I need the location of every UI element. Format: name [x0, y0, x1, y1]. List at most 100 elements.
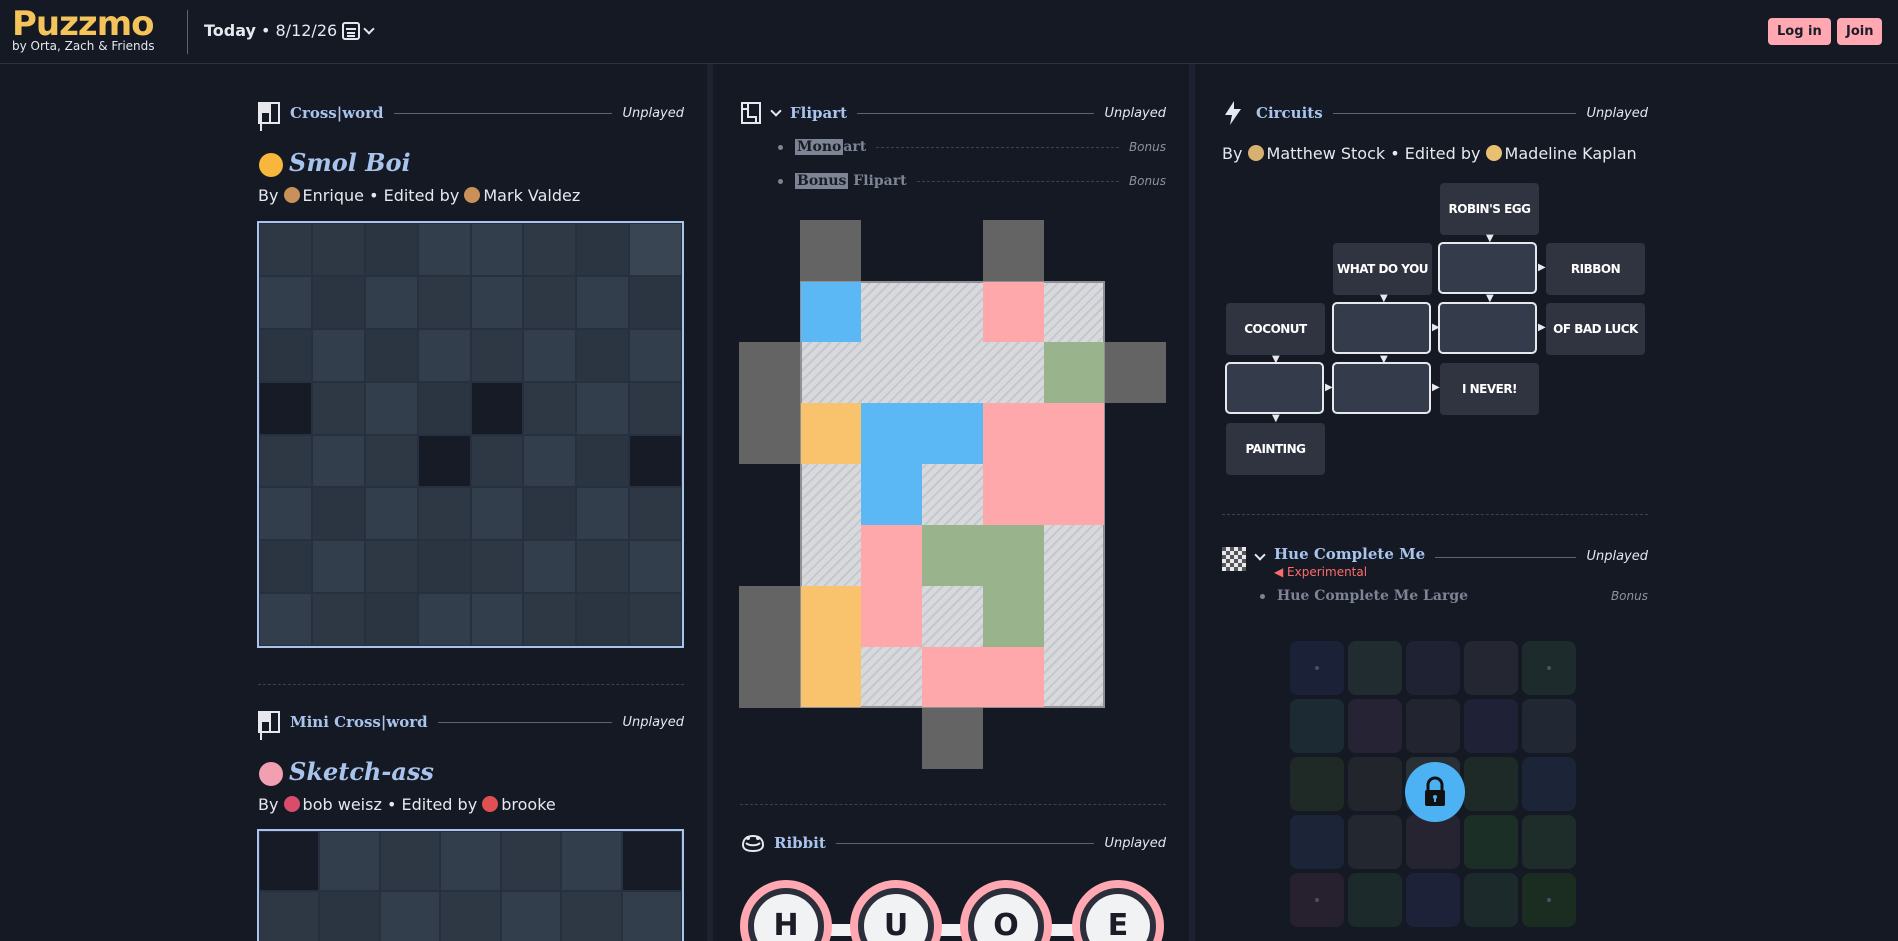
- hue-tile[interactable]: [1522, 873, 1576, 927]
- grid-cell[interactable]: [576, 328, 630, 382]
- hue-tile[interactable]: [1348, 699, 1402, 753]
- flip-tile[interactable]: [1044, 342, 1104, 403]
- hue-tile[interactable]: [1348, 757, 1402, 811]
- mini-grid[interactable]: [257, 829, 684, 941]
- flip-tile[interactable]: [922, 525, 1044, 586]
- login-button[interactable]: Log in: [1768, 18, 1831, 45]
- hue-tile[interactable]: [1464, 873, 1518, 927]
- grid-cell[interactable]: [470, 434, 524, 488]
- flip-piece[interactable]: [1105, 342, 1166, 403]
- circuits-header[interactable]: Circuits Unplayed: [1222, 101, 1648, 125]
- grid-cell[interactable]: [629, 434, 682, 488]
- hue-tile[interactable]: [1290, 757, 1344, 811]
- grid-cell[interactable]: [259, 275, 312, 329]
- join-button[interactable]: Join: [1837, 18, 1883, 45]
- grid-cell[interactable]: [259, 540, 312, 594]
- grid-cell[interactable]: [319, 891, 380, 941]
- ribbit-letter-node[interactable]: E: [1072, 880, 1164, 941]
- grid-cell[interactable]: [629, 487, 682, 541]
- grid-cell[interactable]: [576, 487, 630, 541]
- ribbit-letter-node[interactable]: U: [850, 880, 942, 941]
- grid-cell[interactable]: [311, 328, 365, 382]
- grid-cell[interactable]: [259, 381, 312, 435]
- grid-cell[interactable]: [319, 831, 380, 891]
- grid-cell[interactable]: [629, 275, 682, 329]
- grid-cell[interactable]: [259, 891, 320, 941]
- grid-cell[interactable]: [311, 540, 365, 594]
- crossword-puzzle-title[interactable]: Smol Boi: [259, 148, 411, 177]
- flip-piece[interactable]: [922, 708, 983, 769]
- grid-cell[interactable]: [259, 223, 312, 276]
- hue-tile[interactable]: [1464, 699, 1518, 753]
- circuit-answer-slot[interactable]: [1332, 362, 1431, 414]
- grid-cell[interactable]: [379, 831, 441, 891]
- grid-cell[interactable]: [417, 593, 471, 646]
- grid-cell[interactable]: [523, 540, 577, 594]
- ribbit-letter-node[interactable]: H: [740, 880, 832, 941]
- flip-tile[interactable]: [983, 586, 1044, 647]
- grid-cell[interactable]: [259, 831, 320, 891]
- grid-cell[interactable]: [629, 328, 682, 382]
- hue-tile[interactable]: [1348, 641, 1402, 695]
- grid-cell[interactable]: [523, 223, 577, 276]
- flip-piece[interactable]: [800, 220, 861, 281]
- grid-cell[interactable]: [364, 381, 418, 435]
- puzzmo-logo[interactable]: Puzzmo: [12, 4, 154, 44]
- chevron-down-icon[interactable]: [770, 105, 782, 117]
- grid-cell[interactable]: [440, 831, 501, 891]
- author-name[interactable]: Enrique: [303, 186, 364, 205]
- grid-cell[interactable]: [500, 891, 562, 941]
- grid-cell[interactable]: [417, 434, 471, 488]
- grid-cell[interactable]: [364, 275, 418, 329]
- flipart-header[interactable]: Flipart Unplayed: [740, 101, 1166, 125]
- grid-cell[interactable]: [561, 831, 622, 891]
- grid-cell[interactable]: [364, 223, 418, 276]
- flip-tile[interactable]: [983, 282, 1044, 342]
- flip-piece[interactable]: [739, 586, 800, 708]
- flip-tile[interactable]: [801, 586, 861, 707]
- grid-cell[interactable]: [311, 434, 365, 488]
- grid-cell[interactable]: [561, 891, 622, 941]
- author-name[interactable]: Matthew Stock: [1267, 144, 1386, 163]
- grid-cell[interactable]: [523, 381, 577, 435]
- grid-cell[interactable]: [470, 381, 524, 435]
- grid-cell[interactable]: [417, 487, 471, 541]
- grid-cell[interactable]: [470, 593, 524, 646]
- grid-cell[interactable]: [523, 593, 577, 646]
- flip-piece[interactable]: [739, 342, 800, 464]
- grid-cell[interactable]: [364, 434, 418, 488]
- grid-cell[interactable]: [523, 434, 577, 488]
- flipart-bonus-monoart[interactable]: Mono art Bonus: [778, 139, 1166, 155]
- hue-tile[interactable]: [1406, 641, 1460, 695]
- grid-cell[interactable]: [576, 381, 630, 435]
- hue-tile[interactable]: [1290, 641, 1344, 695]
- hue-tile[interactable]: [1522, 815, 1576, 869]
- grid-cell[interactable]: [576, 593, 630, 646]
- hue-tile[interactable]: [1406, 873, 1460, 927]
- circuit-answer-slot[interactable]: [1438, 242, 1537, 294]
- grid-cell[interactable]: [576, 223, 630, 276]
- flip-tile[interactable]: [801, 282, 861, 342]
- hue-tile[interactable]: [1348, 873, 1402, 927]
- grid-cell[interactable]: [576, 275, 630, 329]
- grid-cell[interactable]: [311, 487, 365, 541]
- grid-cell[interactable]: [470, 223, 524, 276]
- grid-cell[interactable]: [417, 381, 471, 435]
- grid-cell[interactable]: [500, 831, 562, 891]
- hue-tile[interactable]: [1290, 815, 1344, 869]
- grid-cell[interactable]: [621, 831, 682, 891]
- mini-crossword-header[interactable]: Mini Cross|word Unplayed: [258, 710, 684, 734]
- lock-button[interactable]: [1405, 762, 1465, 822]
- grid-cell[interactable]: [311, 275, 365, 329]
- flip-tile[interactable]: [983, 403, 1104, 525]
- flip-tile[interactable]: [861, 525, 922, 647]
- flip-tile[interactable]: [801, 403, 861, 464]
- grid-cell[interactable]: [523, 487, 577, 541]
- grid-cell[interactable]: [311, 593, 365, 646]
- grid-cell[interactable]: [364, 328, 418, 382]
- grid-cell[interactable]: [523, 328, 577, 382]
- grid-cell[interactable]: [259, 328, 312, 382]
- flip-tile[interactable]: [861, 464, 922, 525]
- circuit-answer-slot[interactable]: [1225, 362, 1324, 414]
- editor-name[interactable]: brooke: [501, 795, 556, 814]
